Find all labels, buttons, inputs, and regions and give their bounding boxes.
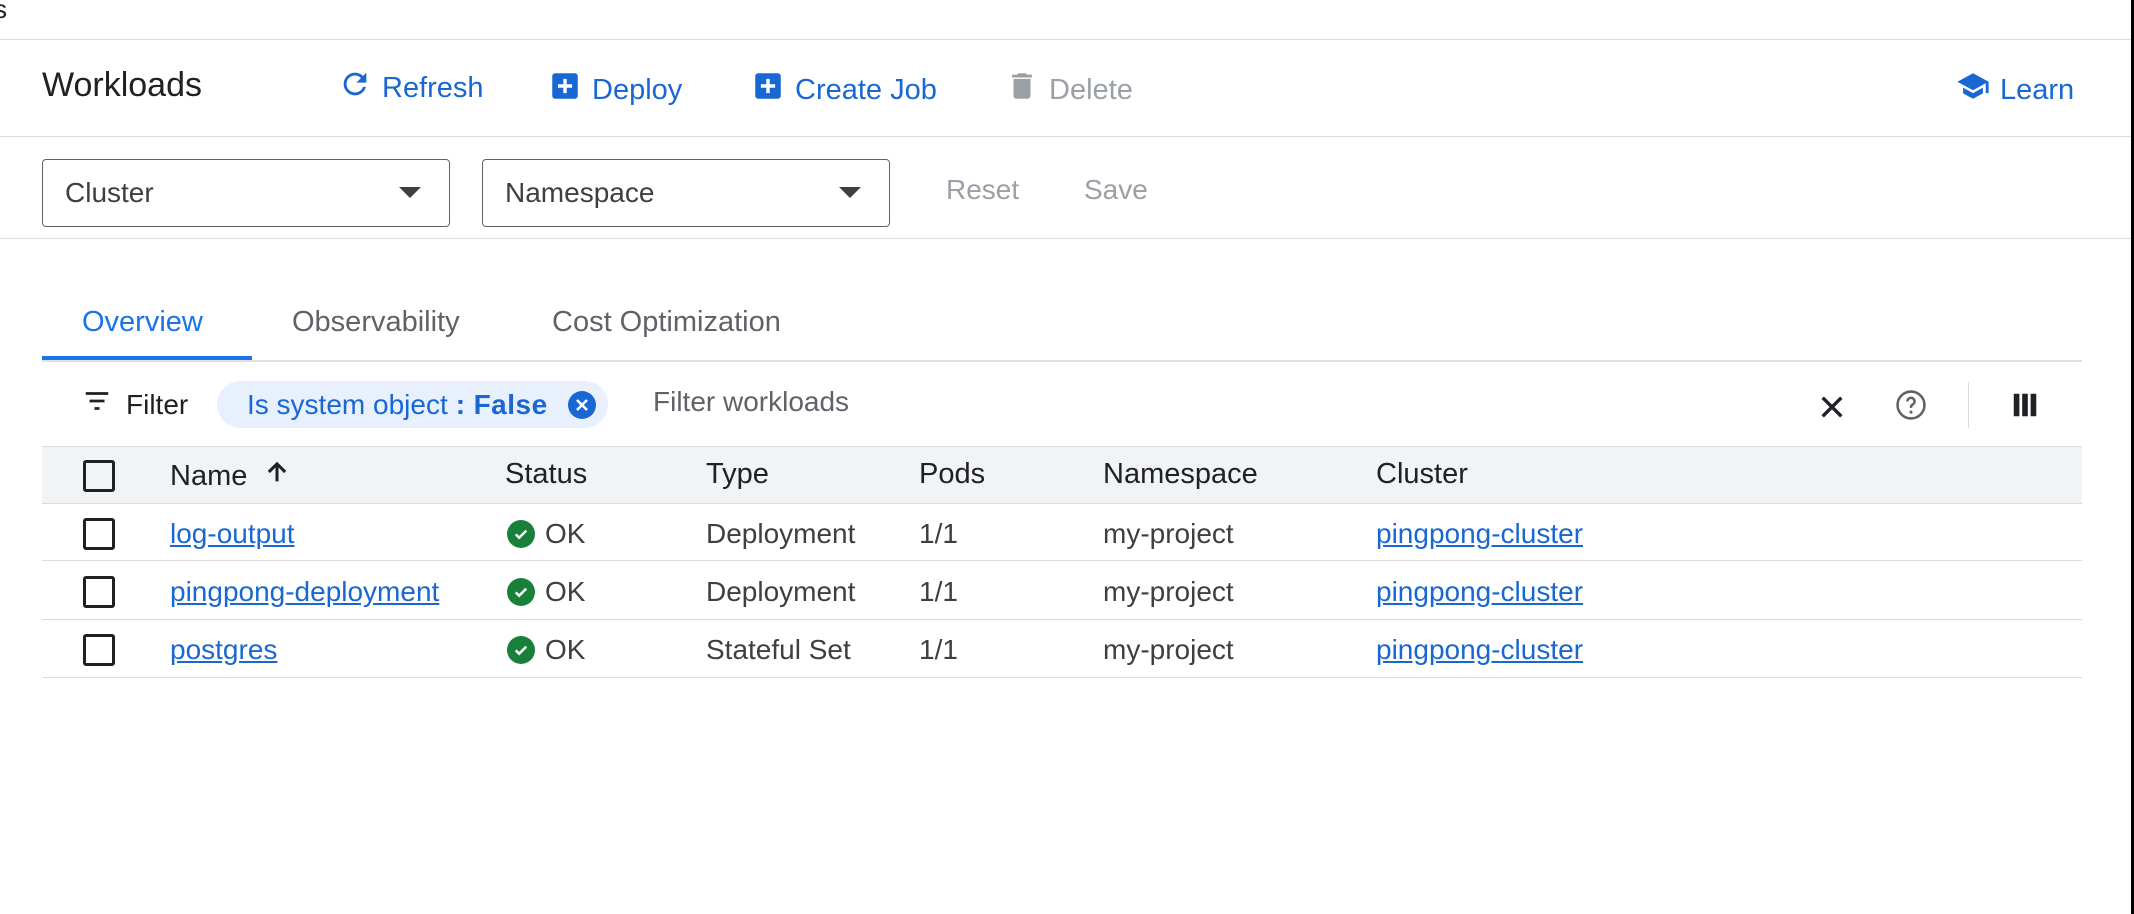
save-button[interactable]: Save xyxy=(1084,174,1148,206)
select-all-checkbox[interactable] xyxy=(83,460,115,492)
reset-button[interactable]: Reset xyxy=(946,174,1019,206)
toolbar-divider xyxy=(1968,382,1969,428)
type-cell: Deployment xyxy=(706,518,856,549)
learn-label: Learn xyxy=(2000,73,2075,106)
filter-chip[interactable]: Is system object : False xyxy=(217,381,608,428)
check-circle-icon xyxy=(507,578,535,606)
deploy-button[interactable]: Deploy xyxy=(548,69,682,111)
namespace-cell: my-project xyxy=(1103,576,1234,607)
add-box-icon xyxy=(548,69,582,111)
column-name-label: Name xyxy=(170,459,248,492)
cluster-link[interactable]: pingpong-cluster xyxy=(1376,634,1583,666)
type-cell: Deployment xyxy=(706,576,856,607)
cluster-select-label: Cluster xyxy=(65,177,154,208)
dropdown-arrow-icon xyxy=(839,187,861,198)
status-text: OK xyxy=(545,634,586,665)
help-icon[interactable] xyxy=(1894,388,1928,427)
dropdown-arrow-icon xyxy=(399,187,421,198)
row-checkbox[interactable] xyxy=(83,518,115,550)
school-icon xyxy=(1956,69,1990,111)
chip-value: False xyxy=(473,388,548,420)
column-header-status[interactable]: Status xyxy=(505,458,587,491)
namespace-select-label: Namespace xyxy=(505,177,655,208)
status-cell: OK xyxy=(507,634,585,666)
pods-cell: 1/1 xyxy=(919,518,958,549)
namespace-cell: my-project xyxy=(1103,518,1234,549)
pods-cell: 1/1 xyxy=(919,576,958,607)
column-header-pods[interactable]: Pods xyxy=(919,458,985,491)
workload-name-link[interactable]: postgres xyxy=(170,634,277,666)
delete-button[interactable]: Delete xyxy=(1005,69,1133,111)
filter-button[interactable]: Filter xyxy=(82,386,188,423)
workload-name-link[interactable]: pingpong-deployment xyxy=(170,576,439,608)
delete-label: Delete xyxy=(1049,73,1133,106)
column-header-type[interactable]: Type xyxy=(706,458,769,491)
tab-observability[interactable]: Observability xyxy=(292,306,460,339)
column-display-icon[interactable] xyxy=(2010,390,2040,425)
workload-name-link[interactable]: log-output xyxy=(170,518,295,550)
arrow-up-icon xyxy=(263,458,291,494)
table-header xyxy=(42,446,2082,504)
status-cell: OK xyxy=(507,576,585,608)
row-checkbox[interactable] xyxy=(83,634,115,666)
header-divider xyxy=(0,136,2131,137)
tab-overview[interactable]: Overview xyxy=(82,306,203,339)
add-box-icon xyxy=(751,69,785,111)
refresh-label: Refresh xyxy=(382,71,484,104)
clear-filter-icon[interactable] xyxy=(1816,391,1848,428)
check-circle-icon xyxy=(507,636,535,664)
tabs-divider xyxy=(42,360,2082,362)
tab-cost-optimization[interactable]: Cost Optimization xyxy=(552,306,781,339)
cluster-link[interactable]: pingpong-cluster xyxy=(1376,576,1583,608)
type-cell: Stateful Set xyxy=(706,634,851,665)
status-text: OK xyxy=(545,518,586,549)
column-header-cluster[interactable]: Cluster xyxy=(1376,458,1468,491)
chip-separator: : xyxy=(455,388,466,420)
refresh-button[interactable]: Refresh xyxy=(338,67,484,109)
filter-label: Filter xyxy=(126,388,189,420)
cluster-select[interactable]: Cluster xyxy=(42,159,450,227)
create-job-button[interactable]: Create Job xyxy=(751,69,937,111)
filter-workloads-input[interactable] xyxy=(651,385,1255,419)
filters-divider xyxy=(0,238,2131,239)
filter-list-icon xyxy=(82,386,112,423)
cluster-link[interactable]: pingpong-cluster xyxy=(1376,518,1583,550)
row-divider xyxy=(42,560,2082,561)
deploy-label: Deploy xyxy=(592,73,683,106)
create-job-label: Create Job xyxy=(795,73,937,106)
trash-icon xyxy=(1005,69,1039,111)
namespace-cell: my-project xyxy=(1103,634,1234,665)
namespace-select[interactable]: Namespace xyxy=(482,159,890,227)
column-header-namespace[interactable]: Namespace xyxy=(1103,458,1258,491)
top-divider xyxy=(0,39,2131,40)
column-header-name[interactable]: Name xyxy=(170,458,291,494)
row-divider xyxy=(42,619,2082,620)
chip-remove-icon[interactable] xyxy=(567,390,596,419)
learn-button[interactable]: Learn xyxy=(1956,69,2074,111)
status-text: OK xyxy=(545,576,586,607)
active-tab-indicator xyxy=(42,356,252,360)
refresh-icon xyxy=(338,67,372,109)
row-checkbox[interactable] xyxy=(83,576,115,608)
status-cell: OK xyxy=(507,518,585,550)
row-divider xyxy=(42,677,2082,678)
page-title: Workloads xyxy=(42,66,202,104)
pods-cell: 1/1 xyxy=(919,634,958,665)
chip-key: Is system object xyxy=(247,388,448,420)
top-text-fragment: s xyxy=(0,0,7,24)
check-circle-icon xyxy=(507,520,535,548)
